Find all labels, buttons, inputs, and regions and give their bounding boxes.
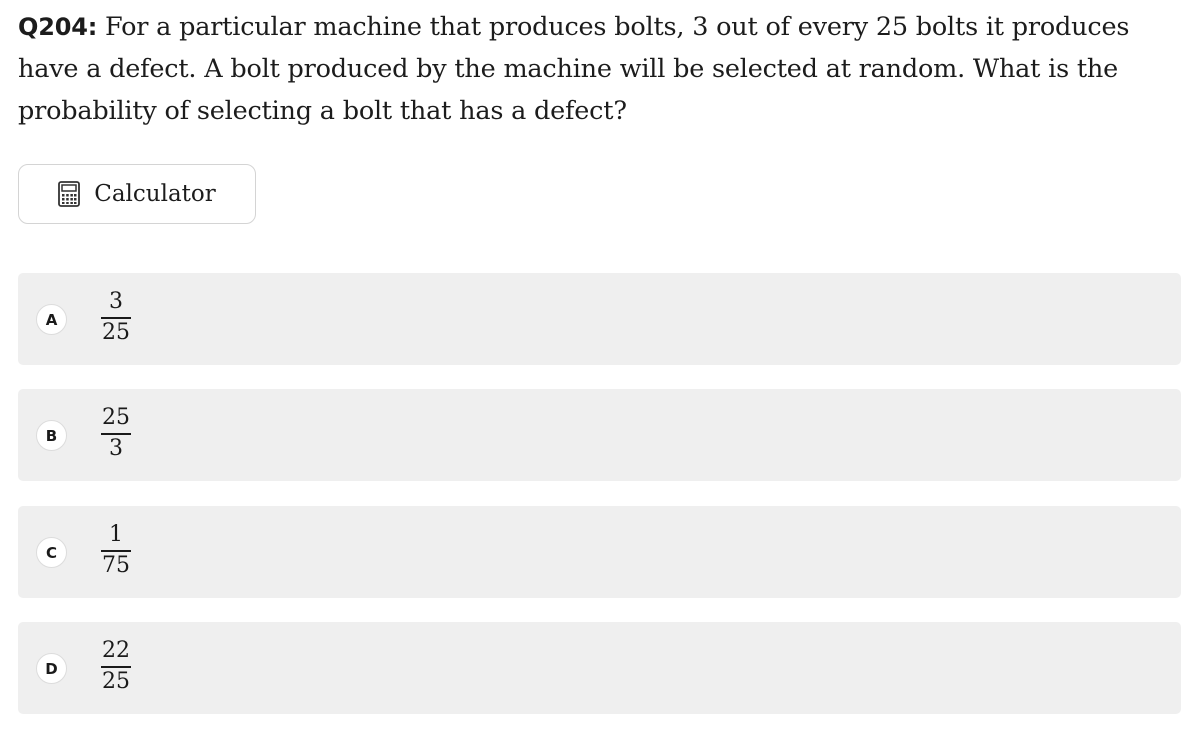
choice-letter-b: B [36, 420, 67, 451]
choice-denominator: 3 [109, 435, 123, 461]
choice-numerator: 1 [109, 522, 123, 547]
calculator-label: Calculator [94, 181, 216, 207]
choice-letter-c: C [36, 537, 67, 568]
choice-numerator: 22 [102, 638, 130, 663]
answer-choice-d[interactable]: D 22 25 [18, 622, 1181, 714]
choice-numerator: 25 [102, 405, 130, 430]
question-number: Q204: [18, 13, 98, 41]
choice-fraction-b: 25 3 [100, 405, 132, 462]
answer-choice-a[interactable]: A 3 25 [18, 273, 1181, 365]
choice-fraction-a: 3 25 [100, 289, 132, 346]
choice-denominator: 25 [102, 668, 130, 694]
question-text: Q204: For a particular machine that prod… [18, 6, 1183, 132]
fraction-bar [101, 433, 131, 435]
choice-denominator: 25 [102, 319, 130, 345]
choice-letter-d: D [36, 653, 67, 684]
choice-numerator: 3 [109, 289, 123, 314]
calculator-icon [58, 181, 81, 207]
fraction-bar [101, 550, 131, 552]
answer-choice-c[interactable]: C 1 75 [18, 506, 1181, 598]
calculator-button[interactable]: Calculator [18, 164, 256, 224]
choice-fraction-d: 22 25 [100, 638, 132, 695]
fraction-bar [101, 666, 131, 668]
choice-denominator: 75 [102, 552, 130, 578]
choice-fraction-c: 1 75 [100, 522, 132, 579]
answer-choice-b[interactable]: B 25 3 [18, 389, 1181, 481]
question-body: For a particular machine that produces b… [18, 12, 1130, 126]
fraction-bar [101, 317, 131, 319]
choice-letter-a: A [36, 304, 67, 335]
